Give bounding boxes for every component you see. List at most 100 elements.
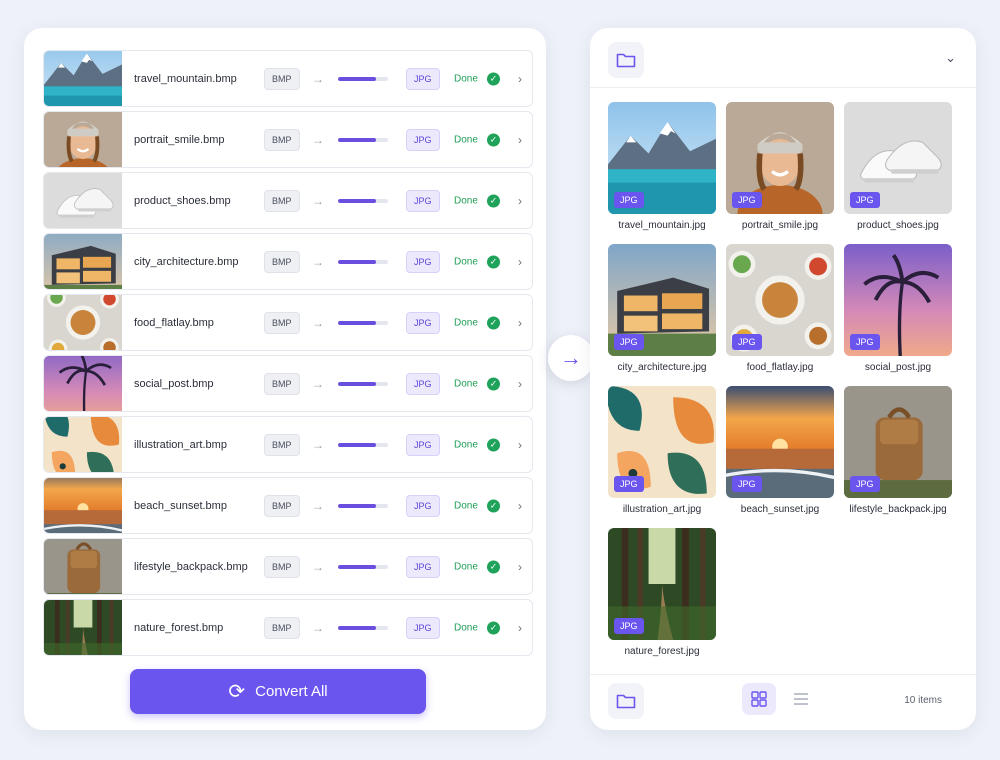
source-format-badge: BMP (264, 189, 300, 212)
source-format-badge: BMP (264, 433, 300, 456)
check-circle-icon: ✓ (487, 133, 500, 146)
file-list: travel_mountain.bmp BMP → JPG Done ✓ › p… (43, 50, 533, 660)
progress-fill (338, 503, 376, 508)
output-thumbnail: JPG (608, 386, 716, 498)
chevron-right-icon[interactable]: › (518, 499, 522, 513)
file-thumbnail (44, 539, 122, 594)
file-thumbnail (44, 417, 122, 472)
check-circle-icon: ✓ (487, 255, 500, 268)
check-circle-icon: ✓ (487, 499, 500, 512)
arrow-right-icon: → (312, 559, 324, 574)
output-tile[interactable]: JPG lifestyle_backpack.jpg (844, 386, 952, 515)
chevron-right-icon[interactable]: › (518, 621, 522, 635)
check-circle-icon: ✓ (487, 560, 500, 573)
status-text: Done (454, 73, 478, 84)
file-row[interactable]: food_flatlay.bmp BMP → JPG Done ✓ › (43, 294, 533, 351)
file-name: lifestyle_backpack.bmp (134, 560, 248, 573)
format-badge: JPG (732, 192, 762, 208)
format-badge: JPG (732, 476, 762, 492)
grid-view-button[interactable] (742, 683, 776, 715)
file-thumbnail (44, 356, 122, 411)
progress-fill (338, 137, 376, 142)
output-file-name: food_flatlay.jpg (746, 362, 814, 373)
chevron-right-icon[interactable]: › (518, 194, 522, 208)
browse-folder-button[interactable] (608, 683, 644, 719)
output-tile[interactable]: JPG food_flatlay.jpg (726, 244, 834, 373)
output-file-name: city_architecture.jpg (617, 362, 707, 373)
file-row[interactable]: illustration_art.bmp BMP → JPG Done ✓ › (43, 416, 533, 473)
source-format-badge: BMP (264, 250, 300, 273)
chevron-right-icon[interactable]: › (518, 133, 522, 147)
refresh-icon: ⟳ (228, 680, 246, 703)
conversion-progress-bar (338, 625, 388, 630)
chevron-right-icon[interactable]: › (518, 72, 522, 86)
format-badge: JPG (850, 192, 880, 208)
file-row[interactable]: portrait_smile.bmp BMP → JPG Done ✓ › (43, 111, 533, 168)
progress-fill (338, 442, 376, 447)
progress-fill (338, 76, 376, 81)
file-row[interactable]: social_post.bmp BMP → JPG Done ✓ › (43, 355, 533, 412)
list-view-button[interactable] (786, 683, 816, 715)
file-row[interactable]: nature_forest.bmp BMP → JPG Done ✓ › (43, 599, 533, 656)
file-row[interactable]: beach_sunset.bmp BMP → JPG Done ✓ › (43, 477, 533, 534)
chevron-right-icon[interactable]: › (518, 377, 522, 391)
output-tile[interactable]: JPG travel_mountain.jpg (608, 102, 716, 231)
file-row[interactable]: lifestyle_backpack.bmp BMP → JPG Done ✓ … (43, 538, 533, 595)
output-file-name: beach_sunset.jpg (740, 504, 820, 515)
source-format-badge: BMP (264, 67, 300, 90)
file-name: travel_mountain.bmp (134, 72, 237, 85)
output-file-name: social_post.jpg (864, 362, 932, 373)
output-thumbnail: JPG (844, 244, 952, 356)
output-tile[interactable]: JPG illustration_art.jpg (608, 386, 716, 515)
chevron-right-icon[interactable]: › (518, 255, 522, 269)
item-count: 10 items (904, 695, 942, 706)
file-name: beach_sunset.bmp (134, 499, 227, 512)
file-row[interactable]: product_shoes.bmp BMP → JPG Done ✓ › (43, 172, 533, 229)
arrow-right-icon: → (312, 71, 324, 86)
format-badge: JPG (614, 618, 644, 634)
convert-all-button[interactable]: ⟳ Convert All (130, 669, 426, 714)
arrow-right-icon: → (548, 335, 594, 381)
arrow-right-icon: → (312, 437, 324, 452)
status-text: Done (454, 378, 478, 389)
target-format-badge: JPG (406, 67, 440, 90)
file-thumbnail (44, 173, 122, 228)
source-format-badge: BMP (264, 616, 300, 639)
open-folder-button[interactable] (608, 42, 644, 78)
format-badge: JPG (614, 334, 644, 350)
list-view-icon (794, 693, 808, 705)
output-file-name: travel_mountain.jpg (618, 220, 706, 231)
chevron-right-icon[interactable]: › (518, 438, 522, 452)
conversion-queue-panel: travel_mountain.bmp BMP → JPG Done ✓ › p… (24, 28, 546, 730)
arrow-right-icon: → (312, 315, 324, 330)
target-format-badge: JPG (406, 372, 440, 395)
file-thumbnail (44, 112, 122, 167)
output-thumbnail: JPG (726, 244, 834, 356)
file-thumbnail (44, 478, 122, 533)
output-header: ⌄ (590, 28, 976, 88)
output-thumbnail: JPG (608, 244, 716, 356)
chevron-right-icon[interactable]: › (518, 560, 522, 574)
arrow-right-icon: → (312, 193, 324, 208)
folder-icon (616, 53, 636, 68)
output-tile[interactable]: JPG nature_forest.jpg (608, 528, 716, 657)
check-circle-icon: ✓ (487, 438, 500, 451)
chevron-right-icon[interactable]: › (518, 316, 522, 330)
arrow-right-icon: → (312, 254, 324, 269)
output-tile[interactable]: JPG product_shoes.jpg (844, 102, 952, 231)
source-format-badge: BMP (264, 372, 300, 395)
file-row[interactable]: travel_mountain.bmp BMP → JPG Done ✓ › (43, 50, 533, 107)
output-tile[interactable]: JPG beach_sunset.jpg (726, 386, 834, 515)
target-format-badge: JPG (406, 128, 440, 151)
output-tile[interactable]: JPG social_post.jpg (844, 244, 952, 373)
format-badge: JPG (850, 476, 880, 492)
format-badge: JPG (732, 334, 762, 350)
output-tile[interactable]: JPG city_architecture.jpg (608, 244, 716, 373)
format-badge: JPG (850, 334, 880, 350)
file-row[interactable]: city_architecture.bmp BMP → JPG Done ✓ › (43, 233, 533, 290)
output-tile[interactable]: JPG portrait_smile.jpg (726, 102, 834, 231)
source-format-badge: BMP (264, 311, 300, 334)
chevron-down-icon[interactable]: ⌄ (945, 50, 956, 66)
conversion-progress-bar (338, 381, 388, 386)
source-format-badge: BMP (264, 128, 300, 151)
